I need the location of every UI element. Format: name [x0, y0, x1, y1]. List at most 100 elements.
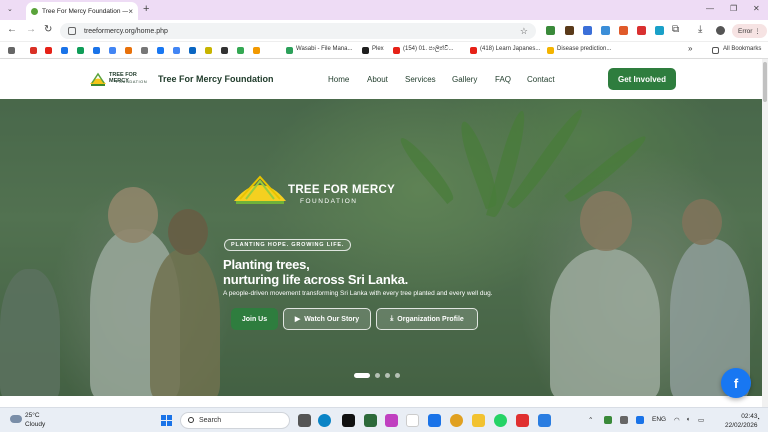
extension-icon[interactable] — [637, 26, 646, 35]
bookmark-icon[interactable] — [109, 47, 116, 54]
nav-contact[interactable]: Contact — [527, 75, 555, 84]
bookmark-disease-prediction[interactable]: Disease prediction... — [557, 46, 611, 52]
tab-close-icon[interactable]: × — [128, 7, 133, 16]
youtube-icon[interactable] — [470, 47, 477, 54]
error-button[interactable]: Error ⋮ — [732, 24, 767, 38]
weather-temperature[interactable]: 25°C — [25, 412, 40, 419]
site-logo[interactable]: TREE FOR MERCY FOUNDATION — [88, 71, 152, 87]
file-explorer-icon[interactable] — [472, 414, 485, 427]
carousel-dot[interactable] — [354, 373, 370, 378]
back-icon[interactable]: ← — [7, 24, 17, 35]
tray-app-icon[interactable] — [620, 416, 628, 424]
facebook-bookmark-icon[interactable] — [157, 47, 164, 54]
close-window-icon[interactable]: ✕ — [753, 4, 760, 13]
weather-description[interactable]: Cloudy — [25, 421, 45, 428]
browser-tab-active[interactable]: Tree For Mercy Foundation — T… × — [26, 2, 138, 20]
join-us-button[interactable]: Join Us — [231, 308, 278, 330]
bookmark-plex[interactable]: Plex — [372, 46, 384, 52]
sun-leaf-logo-icon — [90, 72, 106, 86]
more-bookmarks-icon[interactable]: » — [688, 44, 692, 53]
bookmark-icon[interactable] — [93, 47, 100, 54]
site-info-icon[interactable] — [68, 27, 76, 35]
nav-services[interactable]: Services — [405, 75, 436, 84]
facebook-float-button[interactable]: f — [721, 368, 751, 398]
chrome-icon[interactable] — [450, 414, 463, 427]
app-icon[interactable] — [516, 414, 529, 427]
apps-grid-icon[interactable] — [8, 47, 15, 54]
mail-icon[interactable] — [428, 414, 441, 427]
bookmark-icon[interactable] — [77, 47, 84, 54]
tab-search-icon[interactable]: ⌄ — [7, 5, 13, 13]
bookmark-star-icon[interactable]: ☆ — [520, 26, 528, 37]
wifi-icon[interactable]: ◠ — [674, 416, 680, 424]
nav-faq[interactable]: FAQ — [495, 75, 511, 84]
bookmark-icon[interactable] — [61, 47, 68, 54]
netflix-icon[interactable] — [342, 414, 355, 427]
extension-icon[interactable] — [583, 26, 592, 35]
plex-icon[interactable] — [362, 47, 369, 54]
bookmark-icon[interactable] — [173, 47, 180, 54]
bookmark-icon[interactable] — [189, 47, 196, 54]
colab-icon[interactable] — [547, 47, 554, 54]
youtube-icon[interactable] — [45, 47, 52, 54]
browser-tab-strip: ⌄ Tree For Mercy Foundation — T… × + — ❐… — [0, 0, 768, 20]
task-view-icon[interactable] — [298, 414, 311, 427]
tray-app-icon[interactable] — [636, 416, 644, 424]
bookmark-wasabi[interactable]: Wasabi - File Mana... — [296, 46, 352, 52]
system-clock[interactable]: 02:43 22/02/2026 — [725, 412, 758, 430]
tray-expand-icon[interactable]: ⌃ — [588, 416, 593, 424]
extension-icon[interactable] — [619, 26, 628, 35]
carousel-dot[interactable] — [395, 373, 400, 378]
gmail-icon[interactable] — [30, 47, 37, 54]
forward-icon[interactable]: → — [26, 24, 36, 35]
bookmark-learn-japanese[interactable]: (418) Learn Japanes... — [480, 46, 540, 52]
bookmark-icon[interactable] — [253, 47, 260, 54]
minimize-icon[interactable]: — — [706, 4, 714, 13]
new-tab-icon[interactable]: + — [143, 3, 149, 15]
app-icon[interactable] — [364, 414, 377, 427]
scrollbar-thumb[interactable] — [763, 62, 767, 102]
taskbar-search-box[interactable]: Search — [180, 412, 290, 429]
download-icon[interactable]: ⤓ — [698, 24, 702, 35]
windows-start-icon[interactable] — [161, 415, 172, 426]
carousel-dot[interactable] — [385, 373, 390, 378]
app-icon[interactable] — [406, 414, 419, 427]
brand-name[interactable]: Tree For Mercy Foundation — [158, 74, 274, 84]
extension-icon[interactable] — [565, 26, 574, 35]
extension-icon[interactable] — [546, 26, 555, 35]
bookmark-youtube-154[interactable]: (154) 01. පාලිත්වි... — [403, 46, 453, 53]
wasabi-icon[interactable] — [286, 47, 293, 54]
volume-icon[interactable]: ◖ — [686, 416, 690, 423]
bookmark-icon[interactable] — [221, 47, 228, 54]
battery-icon[interactable]: ▭ — [698, 416, 704, 424]
vscode-icon[interactable] — [538, 414, 551, 427]
extensions-puzzle-icon[interactable]: ⧉ — [672, 24, 679, 35]
nav-about[interactable]: About — [367, 75, 388, 84]
bookmark-icon[interactable] — [125, 47, 132, 54]
profile-avatar-icon[interactable] — [716, 26, 725, 35]
all-bookmarks[interactable]: All Bookmarks — [723, 46, 761, 52]
cloud-weather-icon[interactable] — [10, 415, 22, 423]
copilot-icon[interactable] — [385, 414, 398, 427]
reload-icon[interactable]: ↻ — [44, 24, 52, 35]
bookmark-icon[interactable] — [141, 47, 148, 54]
tray-app-icon[interactable] — [604, 416, 612, 424]
nav-gallery[interactable]: Gallery — [452, 75, 477, 84]
notification-bell-icon[interactable]: ◔ — [756, 416, 760, 423]
page-scrollbar[interactable] — [762, 59, 768, 407]
youtube-icon[interactable] — [393, 47, 400, 54]
watch-our-story-button[interactable]: ▶ Watch Our Story — [283, 308, 371, 330]
language-indicator[interactable]: ENG — [652, 416, 666, 423]
whatsapp-icon[interactable] — [494, 414, 507, 427]
address-bar[interactable]: treeformercy.org/home.php ☆ — [60, 23, 536, 39]
bookmark-icon[interactable] — [205, 47, 212, 54]
extension-icon[interactable] — [655, 26, 664, 35]
maps-icon[interactable] — [237, 47, 244, 54]
nav-home[interactable]: Home — [328, 75, 349, 84]
edge-icon[interactable] — [318, 414, 331, 427]
carousel-dot[interactable] — [375, 373, 380, 378]
extension-icon[interactable] — [601, 26, 610, 35]
organization-profile-button[interactable]: ⤓ Organization Profile — [376, 308, 478, 330]
maximize-icon[interactable]: ❐ — [730, 4, 737, 13]
get-involved-button[interactable]: Get Involved — [608, 68, 676, 90]
